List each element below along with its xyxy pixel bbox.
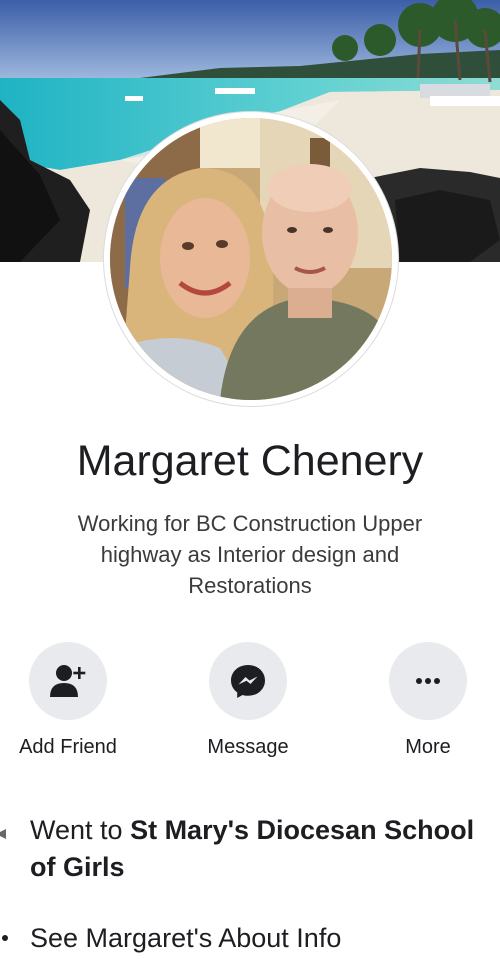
more-button-circle[interactable] <box>389 642 467 720</box>
add-friend-button[interactable]: Add Friend <box>0 642 138 759</box>
profile-picture[interactable] <box>104 112 398 406</box>
education-row: Went to St Mary's Diocesan School of Gir… <box>0 812 500 892</box>
messenger-icon <box>231 665 265 698</box>
more-button[interactable]: More <box>358 642 498 759</box>
more-label: More <box>405 736 451 758</box>
about-info-link[interactable]: See Margaret's About Info <box>30 920 480 957</box>
profile-actions: Add Friend Message More <box>0 642 500 772</box>
message-button[interactable]: Message <box>178 642 318 759</box>
add-friend-button-circle[interactable] <box>29 642 107 720</box>
message-label: Message <box>207 736 289 758</box>
bullet-icon <box>2 935 8 941</box>
profile-bio: Working for BC Construction Upper highwa… <box>77 511 423 598</box>
about-info-row[interactable]: See Margaret's About Info <box>0 920 500 960</box>
message-button-circle[interactable] <box>209 642 287 720</box>
education-text: Went to St Mary's Diocesan School of Gir… <box>30 812 480 886</box>
education-icon <box>0 812 10 857</box>
more-icon <box>416 678 440 684</box>
add-friend-icon <box>50 665 86 697</box>
education-prefix: Went to <box>30 815 131 845</box>
profile-name: Margaret Chenery <box>76 437 424 485</box>
add-friend-label: Add Friend <box>19 736 117 758</box>
